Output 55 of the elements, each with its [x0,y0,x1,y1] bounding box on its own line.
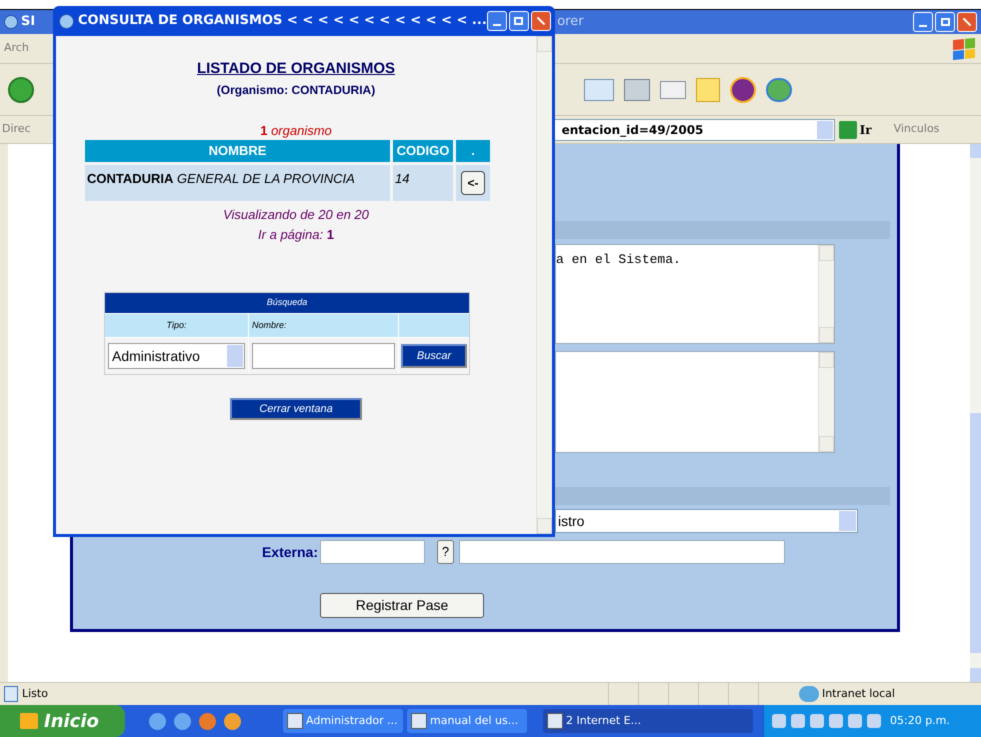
external-code-field[interactable] [320,540,425,564]
clock: 05:20 p.m. [890,712,950,729]
paging-text: Visualizando de 20 en 20 [223,206,369,224]
select-button[interactable]: <- [461,171,485,195]
textarea-scrollbar[interactable] [818,245,834,343]
search-button[interactable]: Buscar [401,344,467,368]
search-title: Búsqueda [105,293,469,313]
windows-logo-icon [953,37,975,60]
task-button[interactable]: Administrador ... [283,709,403,733]
browser-title-end: orer [557,13,584,32]
minimize-button[interactable] [913,12,933,32]
popup-scrollbar[interactable] [536,36,552,534]
textarea-text: a en el Sistema. [556,251,682,269]
external-name-field[interactable] [459,540,785,564]
table-cell: 14 [393,165,453,201]
column-header: CODIGO [393,140,453,162]
go-button[interactable]: Ir [838,120,872,138]
minimize-button[interactable] [486,11,507,31]
menu-item[interactable]: Arch [4,40,29,57]
result-count: 1 organismo [260,122,332,140]
table-cell: CONTADURIA GENERAL DE LA PROVINCIA [85,165,390,201]
browser-title: SI [21,13,36,32]
register-button[interactable]: Registrar Pase [320,593,484,618]
close-window-button[interactable]: Cerrar ventana [230,398,362,420]
textarea-scrollbar[interactable] [818,352,834,452]
column-header: NOMBRE [85,140,390,162]
close-button[interactable] [530,11,551,31]
list-heading: LISTADO DE ORGANISMOS [196,59,396,79]
zone-text: Intranet local [822,686,895,702]
external-label: Externa: [260,542,318,562]
name-field[interactable] [252,343,395,369]
maximize-button[interactable] [508,11,529,31]
column-header: . [456,140,490,162]
note-icon[interactable] [696,78,720,102]
window-icon [287,713,303,729]
goto-page: Ir a página: 1 [258,226,334,244]
address-label: Direc [2,121,31,138]
window-icon [547,713,563,729]
task-button[interactable]: manual del us... [407,709,527,733]
type-label: Tipo: [105,314,248,337]
page-scrollbar[interactable] [970,144,981,682]
name-label: Nombre: [249,314,398,337]
list-subheading: (Organismo: CONTADURIA) [216,82,376,98]
status-text: Listo [22,686,48,702]
start-button[interactable]: Inicio [0,705,125,737]
restore-button[interactable] [935,12,955,32]
window-icon [411,713,427,729]
task-button[interactable]: 2 Internet E... [543,709,753,733]
select-field[interactable]: istro [555,509,858,533]
help-button[interactable]: ? [437,540,454,564]
close-button[interactable] [957,12,977,32]
header-cell [399,314,469,337]
popup-title: CONSULTA DE ORGANISMOS < < < < < < < < < < < < ... [78,12,487,30]
links-label[interactable]: Vinculos [894,121,940,138]
type-select[interactable]: Administrativo [108,343,245,369]
